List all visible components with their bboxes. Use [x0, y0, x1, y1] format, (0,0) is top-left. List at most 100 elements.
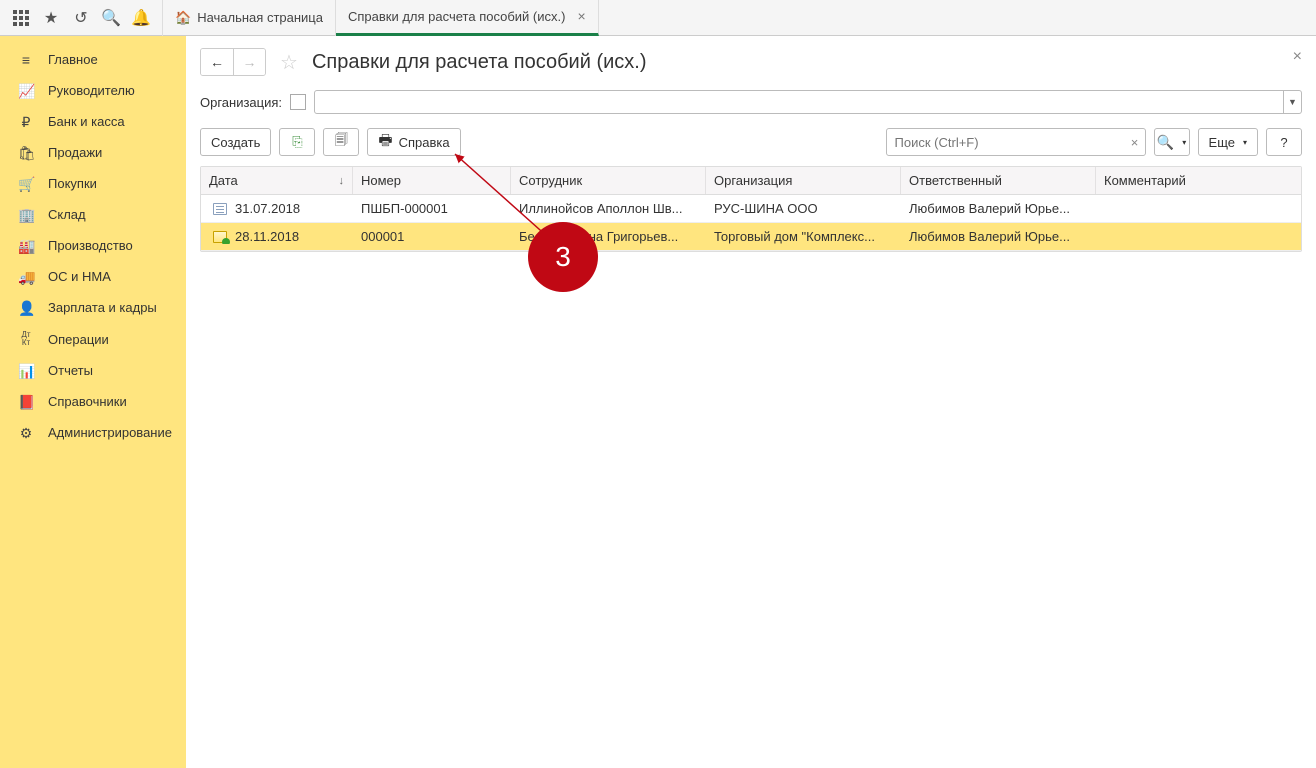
favorite-button[interactable]: ☆: [274, 50, 304, 75]
sidebar-item-icon: 👤: [18, 304, 34, 312]
find-icon: 🗐: [335, 131, 348, 153]
filter-row: Организация: ▼: [200, 90, 1302, 114]
organization-input[interactable]: [314, 90, 1284, 114]
sidebar-item-label: Отчеты: [48, 363, 93, 378]
sidebar-item-icon: ₽: [18, 118, 34, 126]
cell-date: 31.07.2018: [201, 201, 353, 216]
th-comment[interactable]: Комментарий: [1096, 167, 1301, 194]
sidebar-item-10[interactable]: 📊 Отчеты: [0, 355, 186, 386]
sidebar-item-label: Операции: [48, 332, 109, 347]
row-status-icon: [213, 231, 227, 243]
more-button[interactable]: Еще▾: [1198, 128, 1258, 156]
cell-responsible: Любимов Валерий Юрье...: [901, 201, 1096, 216]
cell-employee: Иллинойсов Аполлон Шв...: [511, 201, 706, 216]
sidebar-item-12[interactable]: ⚙ Администрирование: [0, 417, 186, 448]
topbar-icons: ★ ↺ 🔍 🔔: [0, 3, 162, 33]
sidebar-item-3[interactable]: 🛍Продажи: [0, 137, 186, 168]
sidebar-item-7[interactable]: 🚚ОС и НМА: [0, 261, 186, 292]
sidebar-item-icon: Дт Кт: [18, 331, 34, 347]
cell-date: 28.11.2018: [201, 229, 353, 244]
bell-icon[interactable]: 🔔: [126, 3, 156, 33]
report-button[interactable]: 🖶 Справка: [367, 128, 460, 156]
sidebar-item-label: Руководителю: [48, 83, 135, 98]
toolbar: Создать ⎘ 🗐 🖶 Справка × 🔍▾ Еще▾ ?: [200, 128, 1302, 156]
filter-label: Организация:: [200, 95, 282, 110]
sidebar-item-label: Продажи: [48, 145, 102, 160]
help-button-label: ?: [1280, 135, 1287, 150]
close-page-button[interactable]: ×: [1293, 48, 1302, 66]
cell-number: ПШБП-000001: [353, 201, 511, 216]
tab-home-label: Начальная страница: [197, 10, 323, 25]
sidebar-item-icon: 🏭: [18, 242, 34, 250]
sidebar-item-11[interactable]: 📕Справочники: [0, 386, 186, 417]
search-input[interactable]: [887, 135, 1125, 150]
content: × ← → ☆ Справки для расчета пособий (исх…: [186, 36, 1316, 768]
copy-icon: ⎘: [292, 134, 302, 150]
sidebar-item-4[interactable]: 🛒Покупки: [0, 168, 186, 199]
sidebar-item-6[interactable]: 🏭 Производство: [0, 230, 186, 261]
sidebar-item-2[interactable]: ₽ Банк и касса: [0, 106, 186, 137]
create-button-label: Создать: [211, 135, 260, 150]
cell-organization: РУС-ШИНА ООО: [706, 201, 901, 216]
table-body: 31.07.2018ПШБП-000001Иллинойсов Аполлон …: [201, 195, 1301, 251]
back-button[interactable]: ←: [201, 49, 233, 75]
sidebar-item-icon: ≡: [18, 56, 34, 64]
search-glass-icon: 🔍: [1157, 134, 1174, 151]
th-responsible[interactable]: Ответственный: [901, 167, 1096, 194]
sidebar-item-label: Администрирование: [48, 425, 172, 440]
sidebar: ≡ Главное 📈 Руководителю ₽ Банк и касса 🛍Прода…: [0, 36, 186, 768]
search-wrap: ×: [886, 128, 1146, 156]
table-row[interactable]: 31.07.2018ПШБП-000001Иллинойсов Аполлон …: [201, 195, 1301, 223]
table: Дата Номер Сотрудник Организация Ответст…: [200, 166, 1302, 252]
th-organization[interactable]: Организация: [706, 167, 901, 194]
search-clear-button[interactable]: ×: [1125, 135, 1145, 150]
sidebar-item-0[interactable]: ≡ Главное: [0, 44, 186, 75]
sidebar-item-5[interactable]: 🏢 Склад: [0, 199, 186, 230]
row-status-icon: [213, 203, 227, 215]
nav-buttons: ← →: [200, 48, 266, 76]
tabbar: 🏠 Начальная страница Справки для расчета…: [162, 0, 599, 36]
table-row[interactable]: 28.11.2018000001Белкина Анна Григорьев..…: [201, 223, 1301, 251]
th-employee[interactable]: Сотрудник: [511, 167, 706, 194]
topbar: ★ ↺ 🔍 🔔 🏠 Начальная страница Справки для…: [0, 0, 1316, 36]
organization-dropdown-button[interactable]: ▼: [1284, 90, 1302, 114]
create-button[interactable]: Создать: [200, 128, 271, 156]
apps-icon[interactable]: [6, 3, 36, 33]
home-icon: 🏠: [175, 10, 191, 26]
tab-home[interactable]: 🏠 Начальная страница: [163, 0, 336, 36]
organization-checkbox[interactable]: [290, 94, 306, 110]
find-button[interactable]: 🗐: [323, 128, 359, 156]
sidebar-item-8[interactable]: 👤Зарплата и кадры: [0, 292, 186, 323]
copy-button[interactable]: ⎘: [279, 128, 315, 156]
search-icon[interactable]: 🔍: [96, 3, 126, 33]
more-button-label: Еще: [1209, 135, 1235, 150]
sidebar-item-icon: 📊: [18, 367, 34, 375]
table-header: Дата Номер Сотрудник Организация Ответст…: [201, 167, 1301, 195]
sidebar-item-1[interactable]: 📈 Руководителю: [0, 75, 186, 106]
star-icon[interactable]: ★: [36, 3, 66, 33]
sidebar-item-icon: ⚙: [18, 429, 34, 437]
heading-row: ← → ☆ Справки для расчета пособий (исх.): [200, 48, 1302, 76]
th-date[interactable]: Дата: [201, 167, 353, 194]
history-icon[interactable]: ↺: [66, 3, 96, 33]
sidebar-item-label: Главное: [48, 52, 98, 67]
th-number[interactable]: Номер: [353, 167, 511, 194]
forward-button[interactable]: →: [233, 49, 265, 75]
sidebar-item-label: Склад: [48, 207, 86, 222]
sidebar-item-9[interactable]: Дт Кт Операции: [0, 323, 186, 355]
close-icon[interactable]: ×: [577, 8, 585, 24]
cell-responsible: Любимов Валерий Юрье...: [901, 229, 1096, 244]
print-icon: 🖶: [378, 130, 392, 155]
report-button-label: Справка: [399, 135, 450, 150]
sidebar-item-icon: 🏢: [18, 211, 34, 219]
sidebar-item-icon: 📈: [18, 87, 34, 95]
sidebar-item-label: Производство: [48, 238, 133, 253]
search-options-button[interactable]: 🔍▾: [1154, 128, 1190, 156]
tab-active-label: Справки для расчета пособий (исх.): [348, 9, 565, 24]
help-button[interactable]: ?: [1266, 128, 1302, 156]
sidebar-item-icon: 📕: [18, 398, 34, 406]
tab-active[interactable]: Справки для расчета пособий (исх.) ×: [336, 0, 599, 36]
page-title: Справки для расчета пособий (исх.): [312, 51, 647, 74]
sidebar-item-label: ОС и НМА: [48, 269, 111, 284]
sidebar-item-label: Банк и касса: [48, 114, 125, 129]
